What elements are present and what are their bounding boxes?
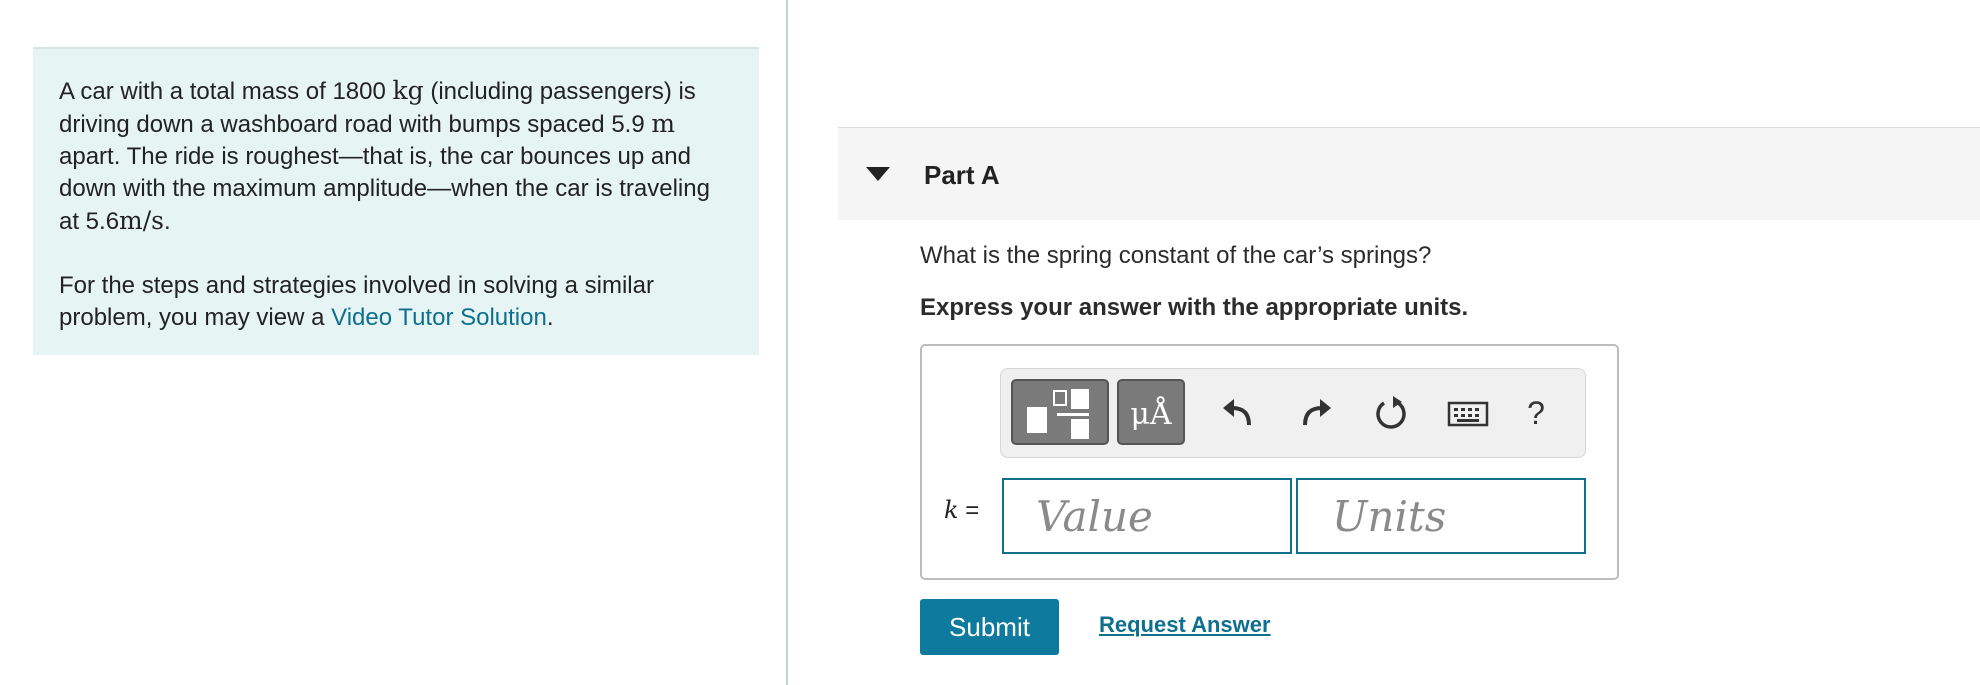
problem-statement: A car with a total mass of 1800 kg (incl… [33,47,759,355]
undo-icon[interactable] [1219,391,1259,435]
help-icon: ? [1527,395,1545,431]
unit-kg: kg [392,76,424,105]
equals-sign: = [965,497,980,524]
help-button[interactable]: ? [1521,391,1551,435]
panel-divider [786,0,788,685]
problem-text-4: . [164,208,171,235]
redo-icon[interactable] [1295,391,1335,435]
unit-speed: m/s [119,206,165,235]
math-toolbar: μÅ ? [1000,368,1586,458]
fraction-template-button[interactable] [1011,379,1109,445]
fraction-template-icon [1027,389,1089,439]
value-input[interactable] [1002,478,1292,554]
unit-m: m [651,109,676,138]
variable-k: k [944,496,959,524]
answer-variable-label: k = [944,496,979,525]
problem-paragraph: A car with a total mass of 1800 kg (incl… [59,75,733,238]
video-tutor-paragraph: For the steps and strategies involved in… [59,270,733,334]
part-header[interactable]: Part A [838,127,1980,220]
units-button[interactable]: μÅ [1117,379,1185,445]
part-title: Part A [924,160,1000,190]
question-text: What is the spring constant of the car’s… [920,242,1432,269]
answer-box: μÅ ? k = [920,344,1619,580]
instruction-text: Express your answer with the appropriate… [920,294,1469,321]
request-answer-link[interactable]: Request Answer [1099,612,1271,638]
problem-text-1: A car with a total mass of 1800 [59,78,386,105]
caret-down-icon[interactable] [866,167,890,181]
video-tutor-end: . [546,304,554,331]
units-input[interactable] [1296,478,1586,554]
submit-button[interactable]: Submit [920,599,1059,655]
video-tutor-link[interactable]: Video Tutor Solution [331,304,547,331]
reset-icon[interactable] [1371,391,1411,435]
keyboard-icon[interactable] [1447,391,1489,435]
units-icon: μÅ [1130,397,1172,432]
